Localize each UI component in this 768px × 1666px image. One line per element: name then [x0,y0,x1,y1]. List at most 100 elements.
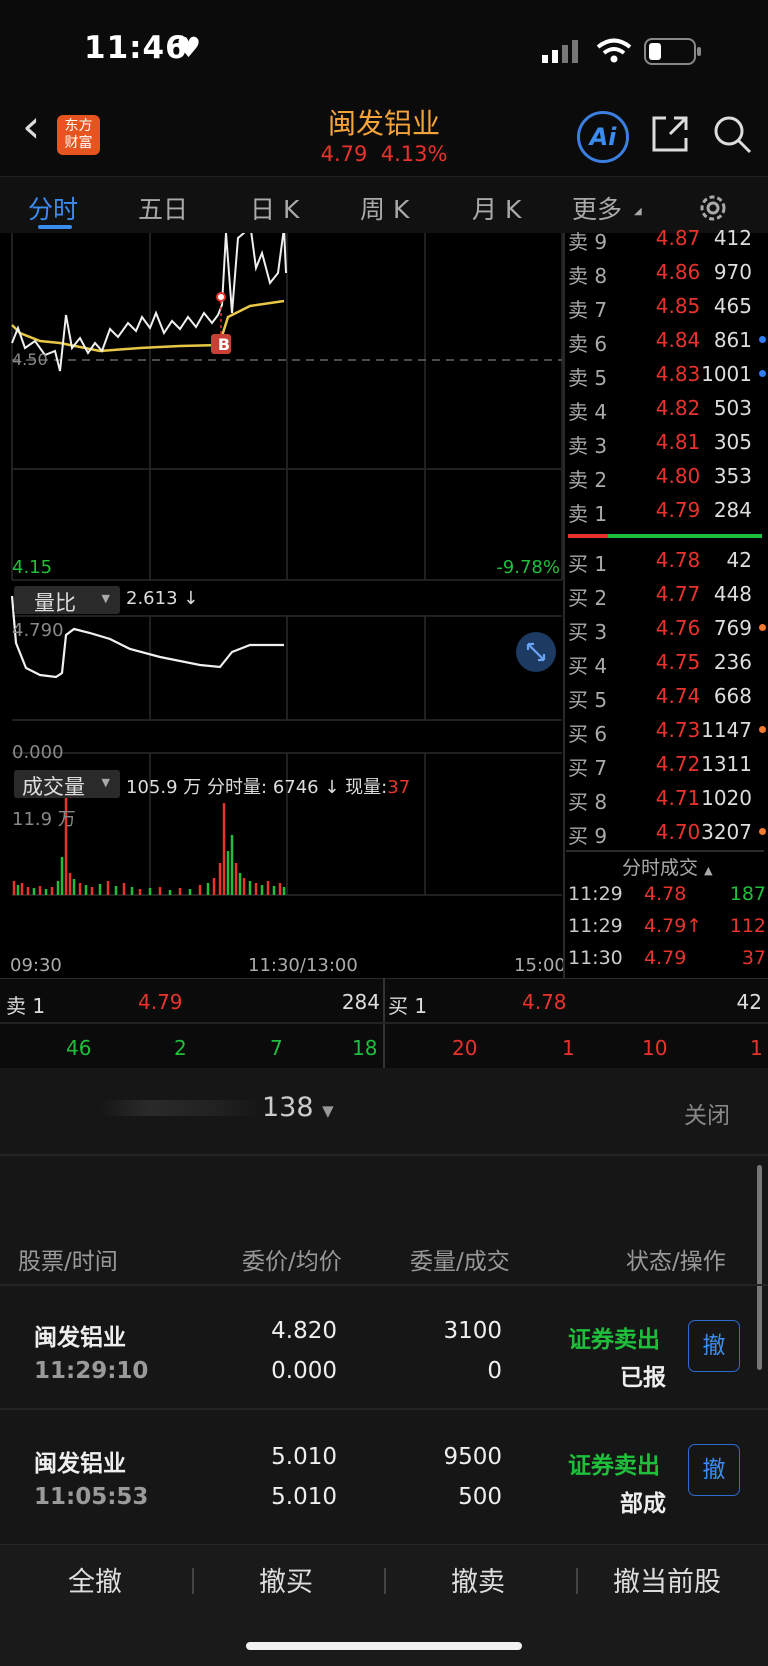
ask-price: 4.85 [655,294,701,318]
buy-breakdown-1: 20 [452,1036,478,1060]
indicator2-values: 105.9 万 分时量: 6746 ↓ 现量:37 [126,773,410,799]
ask-row[interactable]: 卖 5 4.83 1001 [566,362,766,392]
bid-level: 买 2 [568,586,608,610]
order-qty: 9500 [443,1444,502,1470]
order-price: 4.820 [271,1318,337,1344]
cancel-all-button[interactable]: 全撤 [68,1560,122,1599]
bid-volume: 1020 [701,786,752,810]
total-volume: 105.9 万 [126,777,202,798]
ticks-title[interactable]: 分时成交 ▲ [622,853,713,880]
ask-row[interactable]: 卖 6 4.84 861 [566,328,766,358]
masked-account [100,1100,260,1116]
indicator1-selector[interactable]: 量比 ▼ [14,586,120,615]
trade-point [216,292,226,302]
bid-level: 买 3 [568,620,608,644]
bid-row[interactable]: 买 1 4.78 42 [566,548,766,578]
account-selector[interactable]: 138 ▼ [262,1092,334,1123]
ask-price: 4.86 [655,260,701,284]
ask-level: 卖 4 [568,400,608,424]
bid-level: 买 6 [568,722,608,746]
tab-more[interactable]: 更多 [572,190,622,226]
ask-level: 卖 6 [568,332,608,356]
bid-level: 买 8 [568,790,608,814]
cancel-order-button[interactable]: 撤 [688,1320,740,1372]
ticks-title-text: 分时成交 [622,857,699,879]
bid-volume: 448 [713,582,752,606]
cancel-buys-button[interactable]: 撤买 [259,1560,313,1599]
tick-volume: 187 [729,883,766,905]
ask-row[interactable]: 卖 3 4.81 305 [566,430,766,460]
cancel-sells-button[interactable]: 撤卖 [451,1560,505,1599]
more-caret-icon: ◢ [634,206,642,217]
tick-volume: 112 [729,915,766,937]
share-icon[interactable] [650,114,690,154]
bid-row[interactable]: 买 3 4.76 769 [566,616,766,646]
bid-row[interactable]: 买 7 4.72 1311 [566,752,766,782]
current-volume: 37 [387,777,411,798]
indicator1-axis-top: 4.790 [12,620,64,641]
ask-volume: 353 [713,464,752,488]
ask-row[interactable]: 卖 2 4.80 353 [566,464,766,494]
quote-buy-vol: 42 [736,990,762,1014]
bid-row[interactable]: 买 8 4.71 1020 [566,786,766,816]
stock-change: 4.13% [380,142,448,166]
order-time: 11:29:10 [34,1358,149,1384]
large-order-dot-icon [759,370,766,377]
settings-gear-icon[interactable] [696,191,730,225]
dropdown-caret-icon: ▼ [322,1102,334,1120]
bid-volume: 3207 [701,820,752,844]
close-button[interactable]: 关闭 [684,1096,730,1130]
buy-breakdown-2: 1 [562,1036,575,1060]
ask-row[interactable]: 卖 1 4.79 284 [566,498,766,528]
cancel-order-button[interactable]: 撤 [688,1444,740,1496]
tick-price: 4.79 [644,947,687,969]
bid-row[interactable]: 买 5 4.74 668 [566,684,766,714]
quote-sell-price: 4.79 [138,990,183,1014]
ask-row[interactable]: 卖 9 4.87 412 [566,226,766,256]
price-line [11,233,287,372]
wifi-icon [596,38,632,63]
order-avg: 5.010 [271,1484,337,1510]
bid-price: 4.74 [655,684,701,708]
expand-button[interactable] [516,632,556,672]
bid-volume: 236 [713,650,752,674]
quote-buy-label: 买 1 [388,994,428,1018]
tab-weekly-k[interactable]: 周 K [360,190,409,226]
ask-row[interactable]: 卖 8 4.86 970 [566,260,766,290]
tick-time: 11:29 [568,915,623,937]
heart-icon: ♥ [176,31,202,64]
quote-buy-price: 4.78 [522,990,567,1014]
tab-daily-k[interactable]: 日 K [250,190,299,226]
bid-row[interactable]: 买 4 4.75 236 [566,650,766,680]
cancel-current-stock-button[interactable]: 撤当前股 [613,1560,721,1599]
ask-level: 卖 5 [568,366,608,390]
ask-row[interactable]: 卖 4 4.82 503 [566,396,766,426]
x-tick-close: 15:00 [514,955,566,976]
pct-axis-bottom: -9.78% [496,557,560,578]
bid-row[interactable]: 买 2 4.77 448 [566,582,766,612]
tab-monthly-k[interactable]: 月 K [472,190,521,226]
tab-five-day[interactable]: 五日 [138,190,188,226]
buy-breakdown-4: 1 [750,1036,763,1060]
x-tick-noon: 11:30/13:00 [248,955,358,976]
bid-volume: 42 [726,548,752,572]
bid-bar [608,534,762,538]
dropdown-caret-icon: ▼ [101,592,110,605]
bid-row[interactable]: 买 9 4.70 3207 [566,820,766,850]
trade-marker-label: B [217,335,231,354]
tick-volume: 37 [741,947,766,969]
ask-price: 4.80 [655,464,701,488]
account-suffix: 138 [262,1092,314,1123]
indicator2-selector[interactable]: 成交量 ▼ [14,770,120,799]
col-price-avg: 委价/均价 [242,1249,342,1275]
ai-button[interactable]: Ai [577,111,629,163]
ask-row[interactable]: 卖 7 4.85 465 [566,294,766,324]
search-icon[interactable] [712,114,754,156]
expand-icon [526,642,546,662]
bid-row[interactable]: 买 6 4.73 1147 [566,718,766,748]
scrollbar[interactable] [757,1165,762,1370]
bid-level: 买 7 [568,756,608,780]
order-filled: 500 [458,1484,502,1510]
battery-icon [644,38,701,65]
tab-intraday[interactable]: 分时 [28,190,78,226]
